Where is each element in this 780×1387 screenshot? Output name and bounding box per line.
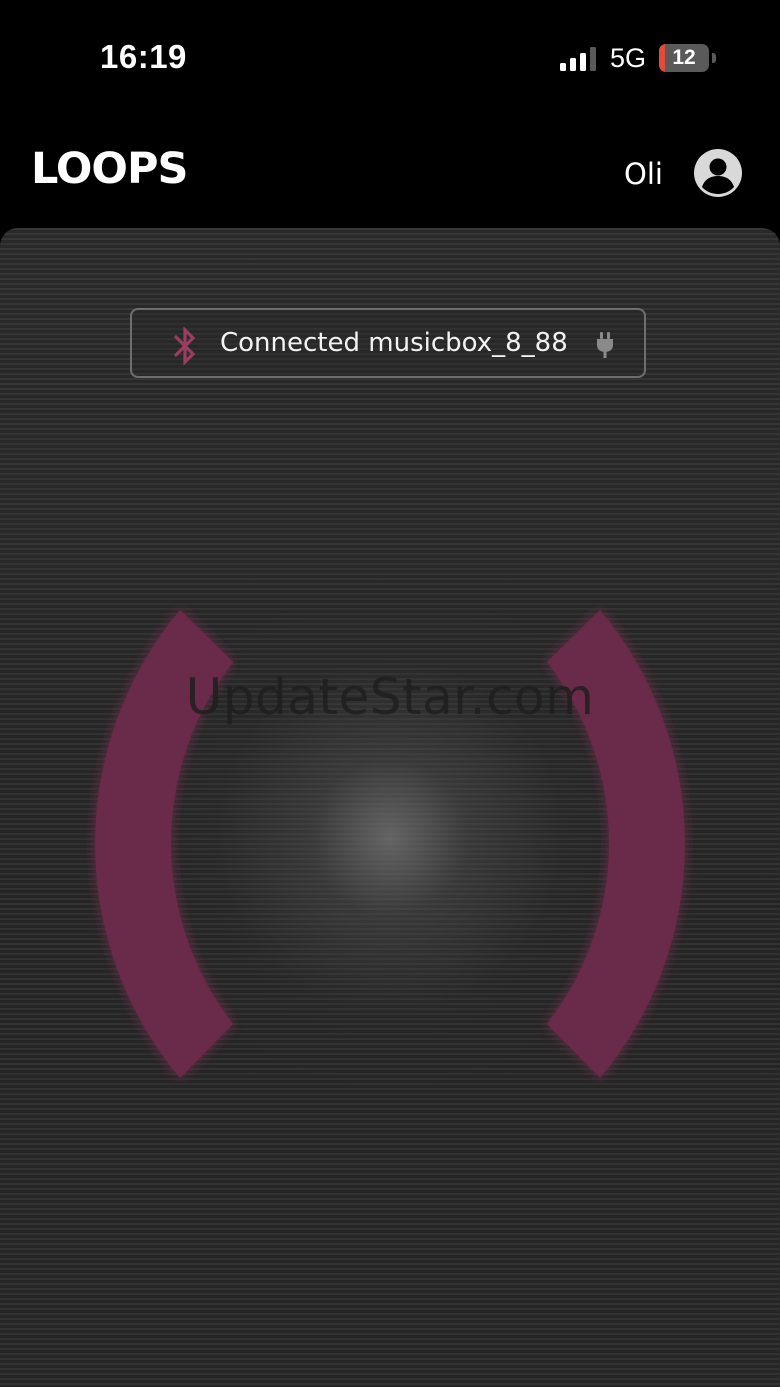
plug-icon xyxy=(597,332,613,358)
status-bar: 16:19 5G 12 xyxy=(0,0,780,110)
pulse-arcs xyxy=(95,610,685,1078)
user-avatar-icon[interactable] xyxy=(693,148,743,198)
user-name[interactable]: Oli xyxy=(624,157,663,191)
app-header: LOOPS Oli xyxy=(0,110,780,228)
main-panel: UpdateStar.com Connected musicbox_8_88 xyxy=(0,228,780,1387)
cellular-signal-icon xyxy=(560,47,596,71)
battery-cap xyxy=(712,53,716,63)
brand-logo: LOOPS xyxy=(31,144,188,194)
connection-status-badge[interactable]: Connected musicbox_8_88 xyxy=(130,308,646,378)
status-time: 16:19 xyxy=(100,38,187,75)
battery-icon: 12 xyxy=(659,44,717,74)
watermark: UpdateStar.com xyxy=(185,668,595,726)
bluetooth-icon xyxy=(174,327,196,365)
battery-body: 12 xyxy=(659,44,709,72)
battery-level: 12 xyxy=(672,46,696,69)
connection-status-text: Connected musicbox_8_88 xyxy=(220,328,568,358)
network-type-label: 5G xyxy=(610,43,647,73)
